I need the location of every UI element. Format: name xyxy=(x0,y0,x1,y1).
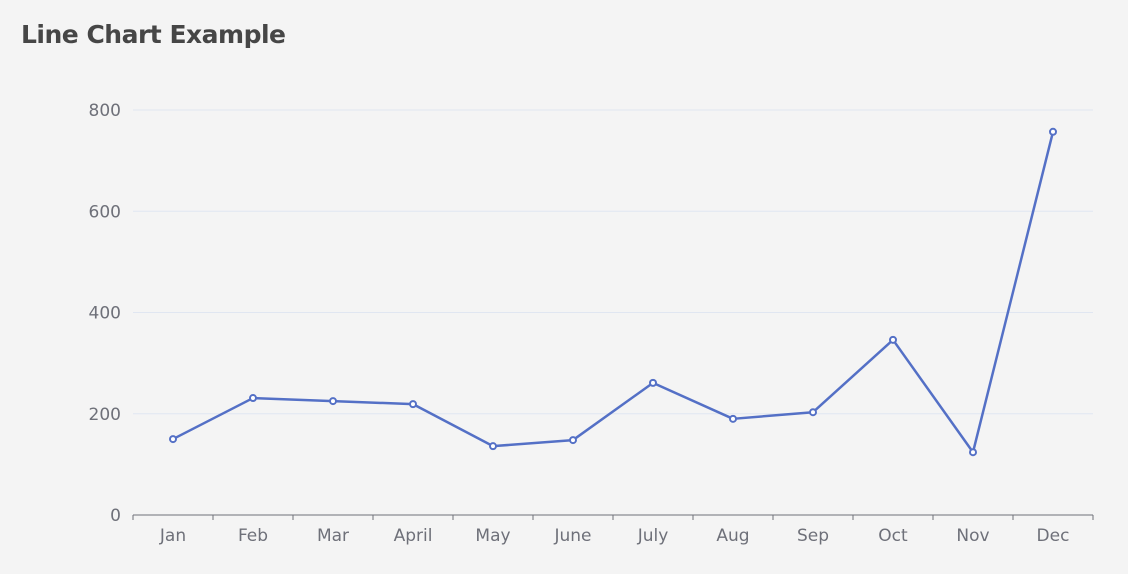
series-line xyxy=(172,131,1055,454)
y-tick-label: 600 xyxy=(89,202,121,222)
data-point xyxy=(329,397,337,406)
x-tick-label: Sep xyxy=(797,526,829,546)
data-point xyxy=(489,442,497,451)
data-point xyxy=(409,400,417,409)
line-chart: 0 200 400 600 800 Jan Feb Mar April May June July Au… xyxy=(89,101,1094,546)
data-point xyxy=(249,394,257,403)
data-point xyxy=(729,414,737,423)
data-point xyxy=(169,435,177,444)
x-tick-label: May xyxy=(475,526,510,546)
x-tick-label: Feb xyxy=(238,526,268,546)
x-tick-label: June xyxy=(553,526,591,546)
x-tick-label: April xyxy=(394,526,433,546)
y-tick-label: 200 xyxy=(89,405,121,425)
x-tick-label: Oct xyxy=(878,526,908,546)
data-point xyxy=(569,436,577,445)
x-tick-label: Dec xyxy=(1037,526,1070,546)
x-tick-label: Aug xyxy=(716,526,749,546)
x-tick-label: July xyxy=(637,526,669,546)
data-point xyxy=(649,378,657,387)
data-point xyxy=(1049,127,1057,136)
y-tick-label: 0 xyxy=(110,506,121,526)
data-point xyxy=(809,408,817,417)
x-tick-label: Mar xyxy=(317,526,349,546)
data-point xyxy=(969,448,977,457)
x-tick-label: Nov xyxy=(956,526,989,546)
y-tick-label: 400 xyxy=(89,304,121,324)
data-point xyxy=(889,335,897,344)
y-tick-label: 800 xyxy=(89,101,121,121)
x-tick-label: Jan xyxy=(159,526,186,546)
